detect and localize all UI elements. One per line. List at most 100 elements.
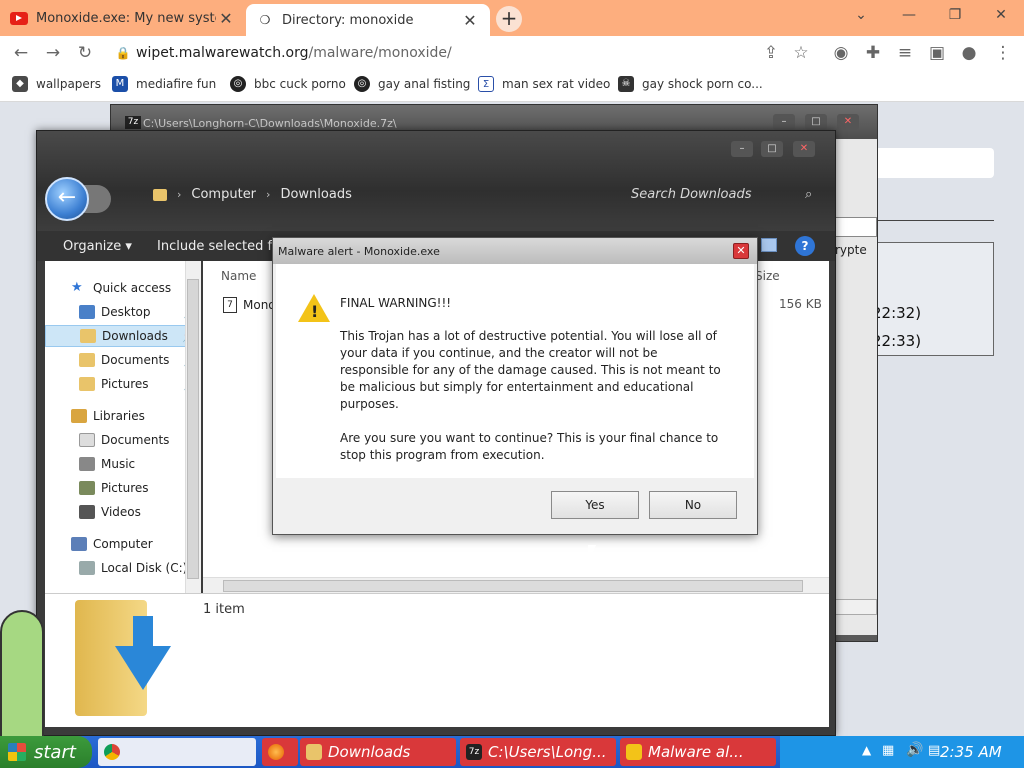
minimize-button[interactable]: – (731, 141, 753, 157)
nav-pictures[interactable]: Pictures📌 (45, 373, 201, 395)
maximize-button[interactable]: □ (761, 141, 783, 157)
bookmark-mediafire[interactable]: Mmediafire fun (112, 76, 216, 92)
notification-icon[interactable]: ▤ (928, 743, 940, 758)
browser-toolbar: ← → ↻ 🔒 wipet.malwarewatch.org/malware/m… (0, 36, 1024, 70)
nav-label: Local Disk (C:) (101, 561, 188, 575)
7zip-file-icon: 7 (223, 297, 237, 313)
side-panel-icon[interactable]: ▣ (924, 40, 950, 66)
bookmark-star-icon[interactable]: ☆ (788, 40, 814, 66)
minimize-button[interactable]: — (886, 0, 932, 30)
horizontal-scrollbar[interactable] (203, 577, 829, 593)
view-icon[interactable] (761, 238, 777, 252)
breadcrumb-downloads[interactable]: Downloads (280, 187, 351, 202)
nav-lib-documents[interactable]: Documents (45, 429, 201, 451)
close-button[interactable]: ✕ (837, 114, 859, 130)
breadcrumb-computer[interactable]: Computer (191, 187, 256, 202)
search-input[interactable]: Search Downloads (631, 187, 751, 202)
dialog-footer: Yes No (276, 478, 754, 532)
bookmark-label: bbc cuck porno (254, 77, 346, 91)
restore-button[interactable]: ❐ (932, 0, 978, 30)
libraries-icon (71, 409, 87, 423)
desktop-icon (79, 305, 95, 319)
close-tab-icon[interactable]: ✕ (460, 11, 480, 30)
nav-local-disk[interactable]: Local Disk (C:) (45, 557, 201, 579)
back-button[interactable]: ← (45, 177, 89, 221)
malware-alert-dialog[interactable]: Malware alert - Monoxide.exe ✕ ! FINAL W… (272, 237, 758, 535)
task-firefox[interactable] (262, 738, 298, 766)
share-icon[interactable]: ⇪ (758, 40, 784, 66)
scroll-thumb[interactable] (223, 580, 803, 592)
column-header-size[interactable]: Size (755, 269, 780, 283)
column-header-name[interactable]: Name (221, 269, 256, 283)
search-icon[interactable]: ⌕ (805, 187, 812, 202)
task-malware-alert[interactable]: Malware al... (620, 738, 776, 766)
nav-desktop[interactable]: Desktop📌 (45, 301, 201, 323)
task-downloads[interactable]: Downloads (300, 738, 456, 766)
extension-flag-icon[interactable]: ◉ (828, 40, 854, 66)
nav-lib-pictures[interactable]: Pictures (45, 477, 201, 499)
nav-music[interactable]: Music (45, 453, 201, 475)
breadcrumb: › Computer › Downloads (153, 187, 352, 202)
menu-icon[interactable]: ⋮ (990, 40, 1016, 66)
dialog-question: Are you sure you want to continue? This … (340, 431, 719, 462)
nav-label: Desktop (101, 305, 151, 319)
forward-icon[interactable]: → (40, 40, 66, 66)
bookmark-shock[interactable]: ☠ gay shock porn co... (618, 76, 763, 92)
desktop-character (0, 610, 44, 740)
details-pane: 1 item (45, 593, 829, 727)
bookmark-rat-video[interactable]: Σman sex rat video (478, 76, 610, 92)
no-button[interactable]: No (649, 491, 737, 519)
nav-label: Documents (101, 353, 170, 367)
back-icon[interactable]: ← (8, 40, 34, 66)
new-tab-button[interactable]: + (496, 6, 522, 32)
address-bar[interactable]: 🔒 wipet.malwarewatch.org/malware/monoxid… (110, 39, 825, 67)
help-icon[interactable]: ? (795, 236, 815, 256)
minimize-button[interactable]: – (773, 114, 795, 130)
nav-downloads[interactable]: Downloads📌 (45, 325, 201, 347)
nav-documents[interactable]: Documents📌 (45, 349, 201, 371)
alert-icon (626, 744, 642, 760)
nav-computer[interactable]: Computer (45, 533, 201, 555)
page-search-field[interactable] (872, 148, 994, 178)
start-label: start (34, 741, 76, 763)
tab-directory-monoxide[interactable]: ❍ Directory: monoxide ✕ (246, 4, 490, 36)
maximize-button[interactable]: □ (805, 114, 827, 130)
nav-quick-access[interactable]: ★ Quick access (45, 277, 201, 299)
folder-icon (79, 353, 95, 367)
start-button[interactable]: start (0, 736, 92, 768)
task-7zip[interactable]: 7z C:\Users\Long... (460, 738, 616, 766)
bookmark-bbc[interactable]: ◎ bbc cuck porno (230, 76, 346, 92)
reload-icon[interactable]: ↻ (72, 40, 98, 66)
nav-libraries[interactable]: Libraries (45, 405, 201, 427)
clock[interactable]: 2:35 AM (940, 743, 1002, 761)
page-icon: ❍ (259, 12, 271, 27)
network-icon[interactable]: ▦ (882, 743, 894, 758)
yes-button[interactable]: Yes (551, 491, 639, 519)
volume-icon[interactable]: 🔊 (906, 742, 923, 758)
tab-monoxide-video[interactable]: Monoxide.exe: My new system ✕ (0, 0, 246, 36)
videos-icon (79, 505, 95, 519)
sevenzip-scrollbar[interactable] (831, 599, 877, 615)
profile-icon[interactable]: ● (956, 40, 982, 66)
nav-scroll-thumb[interactable] (187, 279, 199, 579)
media-icon[interactable]: ≡ (892, 40, 918, 66)
nav-videos[interactable]: Videos (45, 501, 201, 523)
task-label: Downloads (328, 743, 411, 761)
tab-search-icon[interactable]: ⌄ (838, 0, 884, 30)
bookmark-gay-anal[interactable]: ◎ gay anal fisting (354, 76, 470, 92)
bookmark-label: gay shock porn co... (642, 77, 763, 91)
globe-icon: ◎ (230, 76, 246, 92)
bookmark-label: mediafire fun (136, 77, 217, 91)
tray-expand-icon[interactable]: ▲ (862, 743, 871, 757)
task-chrome[interactable] (98, 738, 256, 766)
close-tab-icon[interactable]: ✕ (216, 9, 236, 28)
extensions-icon[interactable]: ✚ (860, 40, 886, 66)
organize-button[interactable]: Organize ▾ (63, 239, 132, 254)
close-button[interactable]: ✕ (793, 141, 815, 157)
close-icon[interactable]: ✕ (733, 243, 749, 259)
sevenzip-path-combo[interactable] (831, 217, 877, 237)
close-window-button[interactable]: ✕ (978, 0, 1024, 30)
chevron-right-icon: › (177, 188, 182, 201)
bookmark-wallpapers[interactable]: ◆ wallpapers (12, 76, 101, 92)
file-row[interactable]: 7 Mono (223, 297, 276, 313)
